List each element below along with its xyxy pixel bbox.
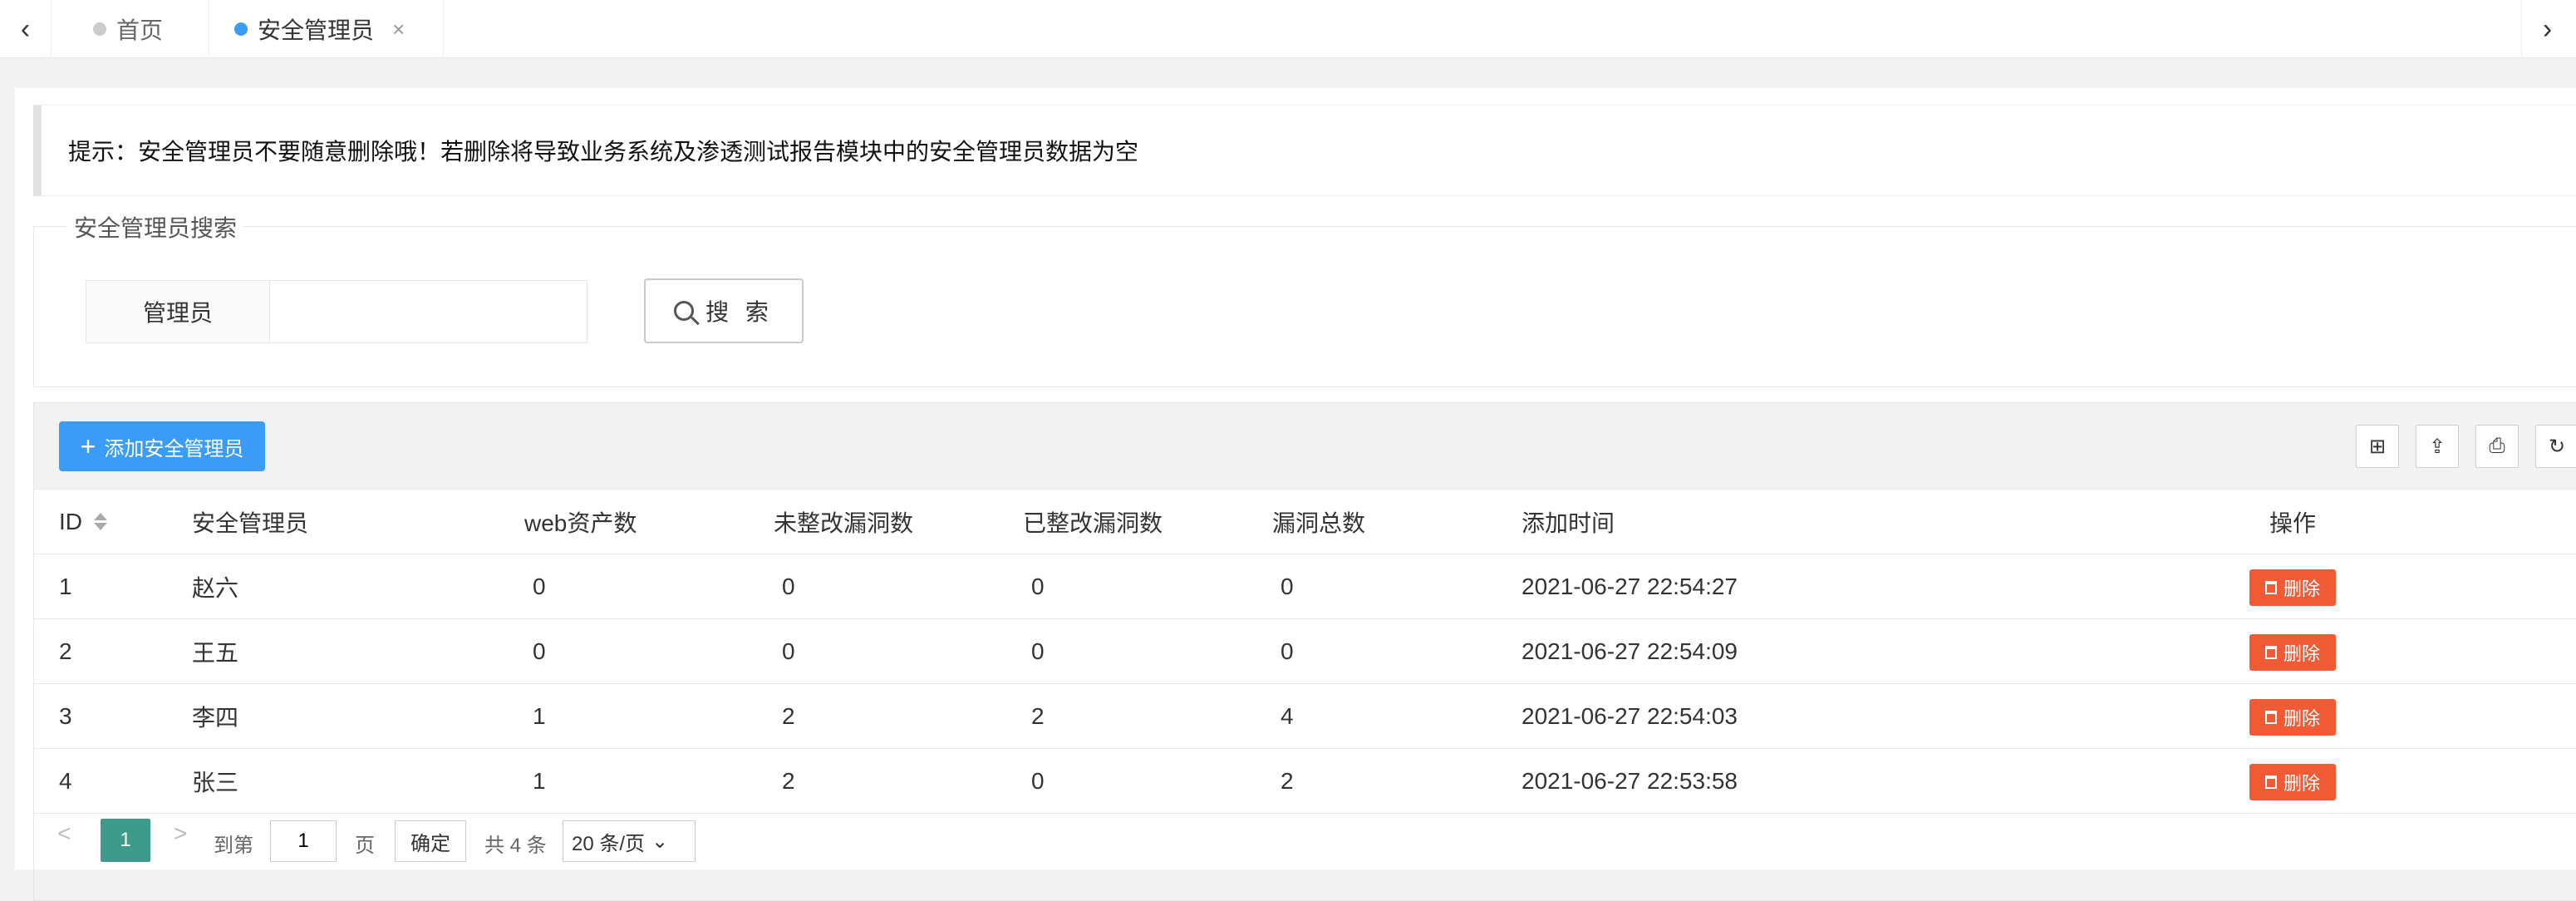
close-icon[interactable]: × xyxy=(392,17,405,42)
cell-admin: 赵六 xyxy=(192,574,239,601)
tab-security-admin[interactable]: 安全管理员 × xyxy=(209,0,444,58)
table-header: ID 安全管理员 web资产数 未整改漏洞数 已整改漏洞数 漏洞总数 添加时间 … xyxy=(34,490,2576,554)
chevron-down-icon: ⌄ xyxy=(651,830,669,853)
tab-label: 首页 xyxy=(116,17,164,43)
cell-total: 0 xyxy=(1281,638,1294,664)
tab-home[interactable]: 首页 xyxy=(52,0,209,58)
admin-table: + 添加安全管理员 ⊞ ⇪ ⎙ ↻ ID 安全管理员 web资产数 未整改漏洞数… xyxy=(33,402,2576,901)
column-header-web-assets: web资产数 xyxy=(524,510,637,536)
cell-fixed: 2 xyxy=(1031,702,1045,729)
cell-fixed: 0 xyxy=(1031,638,1045,664)
cell-time: 2021-06-27 22:54:27 xyxy=(1522,573,1738,599)
tab-label: 安全管理员 xyxy=(258,17,375,43)
cell-unfixed: 0 xyxy=(782,638,795,664)
cell-time: 2021-06-27 22:53:58 xyxy=(1522,767,1738,794)
print-icon[interactable]: ⎙ xyxy=(2475,425,2519,468)
trash-icon xyxy=(2264,775,2277,789)
cell-fixed: 0 xyxy=(1031,573,1045,599)
add-admin-button[interactable]: + 添加安全管理员 xyxy=(59,421,265,471)
sort-icon[interactable] xyxy=(94,513,107,530)
cell-unfixed: 0 xyxy=(782,573,795,599)
main-panel: 提示：安全管理员不要随意删除哦！若删除将导致业务系统及渗透测试报告模块中的安全管… xyxy=(15,88,2576,901)
page-unit-label: 页 xyxy=(355,835,375,857)
export-icon[interactable]: ⇪ xyxy=(2416,425,2459,468)
delete-label: 删除 xyxy=(2283,579,2320,599)
plus-icon: + xyxy=(80,431,96,461)
delete-button[interactable]: 删除 xyxy=(2249,699,2336,736)
search-icon xyxy=(674,301,695,321)
table-row: 3 李四 1 2 2 4 2021-06-27 22:54:03 删除 xyxy=(34,684,2576,749)
next-page-icon[interactable]: > xyxy=(174,820,187,847)
page-number-current[interactable]: 1 xyxy=(101,819,150,862)
pagination: < 1 > 到第 页 确定 共 4 条 20 条/页 ⌄ xyxy=(34,812,2576,862)
add-admin-label: 添加安全管理员 xyxy=(104,437,244,460)
column-header-fixed: 已整改漏洞数 xyxy=(1023,510,1163,536)
cell-time: 2021-06-27 22:54:03 xyxy=(1522,702,1738,729)
columns-icon[interactable]: ⊞ xyxy=(2356,425,2399,468)
cell-total: 0 xyxy=(1281,573,1294,599)
admin-search-group: 管理员 xyxy=(86,280,587,343)
cell-id: 4 xyxy=(59,767,72,794)
chevron-right-icon[interactable]: › xyxy=(2521,0,2573,58)
notice-text: 提示：安全管理员不要随意删除哦！若删除将导致业务系统及渗透测试报告模块中的安全管… xyxy=(68,139,1139,165)
delete-label: 删除 xyxy=(2283,708,2320,729)
table-toolbar: + 添加安全管理员 ⊞ ⇪ ⎙ ↻ xyxy=(34,403,2576,490)
cell-id: 2 xyxy=(59,638,72,664)
total-count: 共 4 条 xyxy=(484,835,547,857)
prev-page-icon[interactable]: < xyxy=(57,820,71,847)
trash-icon xyxy=(2264,646,2277,659)
table-row: 2 王五 0 0 0 0 2021-06-27 22:54:09 删除 xyxy=(34,619,2576,684)
cell-admin: 王五 xyxy=(192,639,239,666)
tab-dot-icon xyxy=(234,22,248,36)
column-header-id[interactable]: ID xyxy=(59,490,107,554)
table-row: 4 张三 1 2 0 2 2021-06-27 22:53:58 删除 xyxy=(34,749,2576,814)
search-button[interactable]: 搜 索 xyxy=(644,278,804,343)
tab-bar: ‹ 首页 安全管理员 × › xyxy=(0,0,2576,58)
cell-web-assets: 1 xyxy=(533,767,546,794)
trash-icon xyxy=(2264,581,2277,594)
page-size-value: 20 条/页 xyxy=(572,832,646,855)
cell-admin: 李四 xyxy=(192,704,239,731)
column-header-total: 漏洞总数 xyxy=(1272,510,1366,536)
cell-id: 1 xyxy=(59,573,72,599)
cell-id: 3 xyxy=(59,702,72,729)
search-legend: 安全管理员搜索 xyxy=(67,210,244,244)
column-header-unfixed: 未整改漏洞数 xyxy=(774,510,914,536)
trash-icon xyxy=(2264,711,2277,724)
cell-time: 2021-06-27 22:54:09 xyxy=(1522,638,1738,664)
column-header-actions: 操作 xyxy=(2269,510,2317,536)
search-fieldset: 安全管理员搜索 管理员 搜 索 xyxy=(33,210,2576,387)
column-header-admin: 安全管理员 xyxy=(192,510,309,536)
admin-input-label: 管理员 xyxy=(86,280,270,343)
column-header-label: ID xyxy=(59,508,82,534)
cell-total: 2 xyxy=(1281,767,1294,794)
cell-web-assets: 1 xyxy=(533,702,546,729)
cell-unfixed: 2 xyxy=(782,702,795,729)
delete-label: 删除 xyxy=(2283,773,2320,794)
search-button-label: 搜 索 xyxy=(705,299,774,325)
cell-fixed: 0 xyxy=(1031,767,1045,794)
delete-button[interactable]: 删除 xyxy=(2249,634,2336,671)
column-header-time: 添加时间 xyxy=(1522,510,1615,536)
delete-label: 删除 xyxy=(2283,643,2320,664)
cell-unfixed: 2 xyxy=(782,767,795,794)
tab-dot-icon xyxy=(93,22,106,36)
page-size-select[interactable]: 20 条/页 ⌄ xyxy=(563,820,696,862)
notice-banner: 提示：安全管理员不要随意删除哦！若删除将导致业务系统及渗透测试报告模块中的安全管… xyxy=(33,105,2576,196)
goto-confirm-button[interactable]: 确定 xyxy=(395,820,466,862)
delete-button[interactable]: 删除 xyxy=(2249,569,2336,606)
cell-admin: 张三 xyxy=(192,769,239,795)
goto-label: 到第 xyxy=(214,835,253,857)
goto-page-input[interactable] xyxy=(270,820,337,862)
cell-total: 4 xyxy=(1281,702,1294,729)
refresh-icon[interactable]: ↻ xyxy=(2535,425,2576,468)
cell-web-assets: 0 xyxy=(533,573,546,599)
cell-web-assets: 0 xyxy=(533,638,546,664)
chevron-left-icon[interactable]: ‹ xyxy=(0,0,52,58)
admin-search-input[interactable] xyxy=(270,280,587,343)
delete-button[interactable]: 删除 xyxy=(2249,764,2336,800)
table-row: 1 赵六 0 0 0 0 2021-06-27 22:54:27 删除 xyxy=(34,554,2576,619)
